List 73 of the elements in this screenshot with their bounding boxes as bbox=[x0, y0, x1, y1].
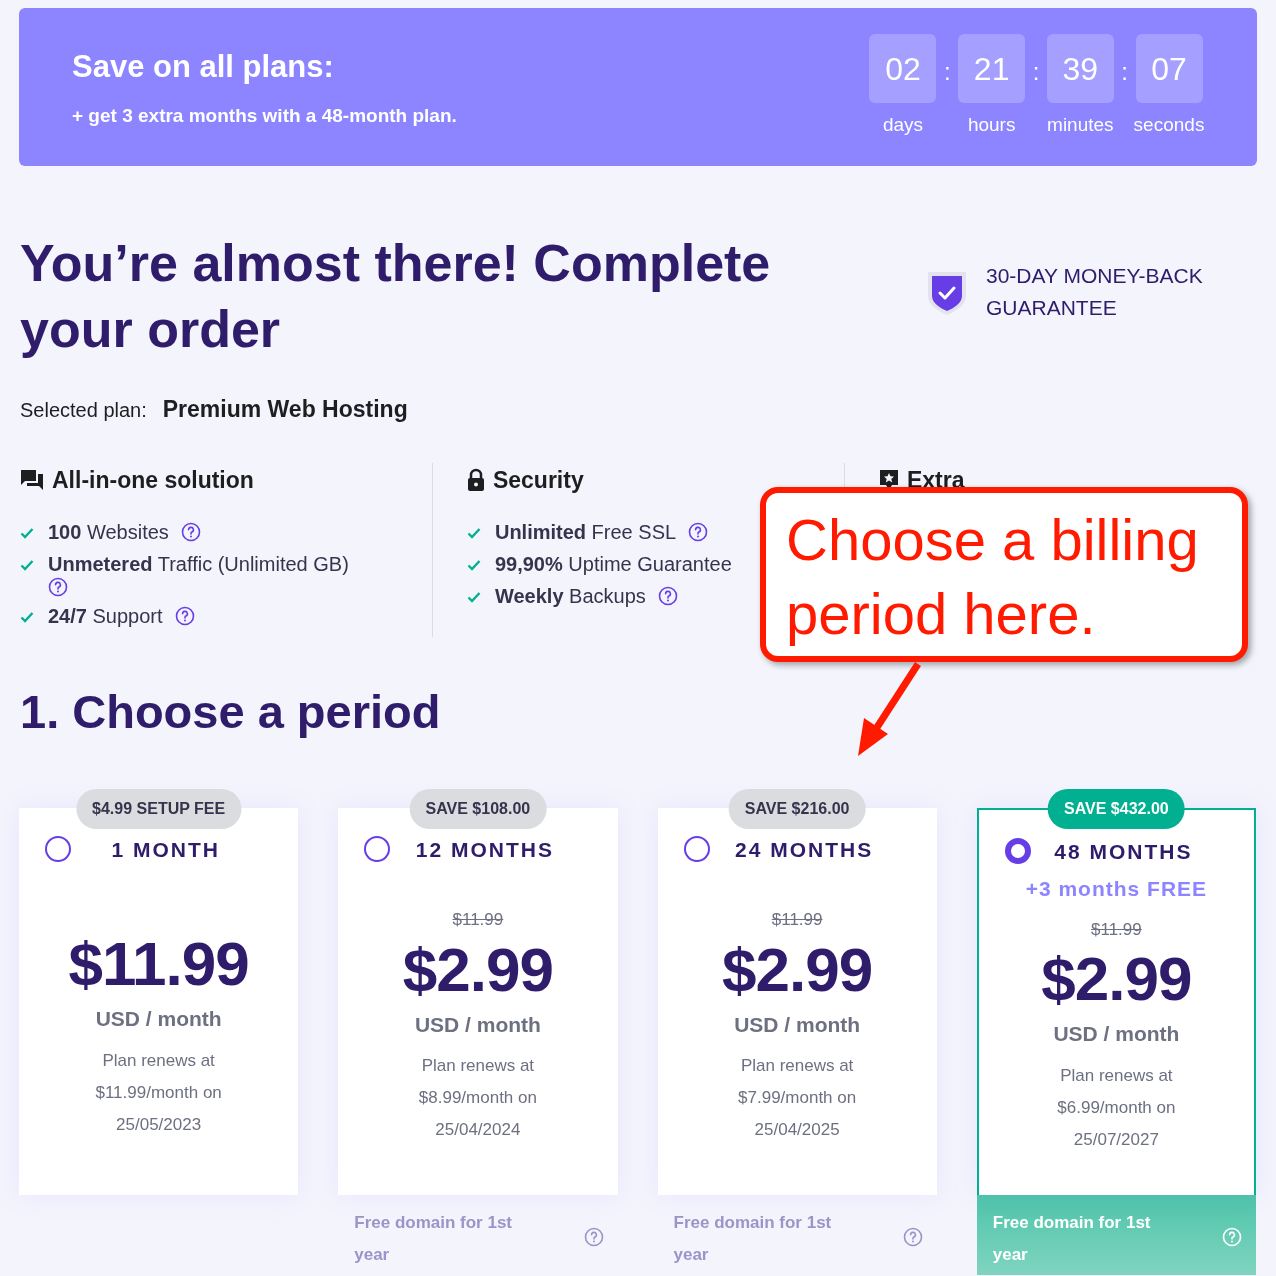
feature-group-title: Security bbox=[492, 465, 584, 495]
renewal-text: Plan renews at $8.99/month on 25/04/2024 bbox=[417, 1055, 538, 1141]
old-price: $11.99 bbox=[1091, 918, 1142, 941]
radio-button[interactable] bbox=[1004, 838, 1031, 865]
plan-badge: SAVE $108.00 bbox=[409, 788, 547, 829]
price-unit: USD / month bbox=[95, 1006, 222, 1032]
time-separator: : bbox=[1032, 57, 1040, 88]
free-domain-text: Free domain for 1st year bbox=[673, 1211, 833, 1266]
time-separator: : bbox=[1121, 57, 1128, 88]
selected-plan-label: Selected plan: bbox=[20, 398, 147, 423]
radio-button[interactable] bbox=[683, 836, 710, 863]
free-domain-text: Free domain for 1st year bbox=[354, 1211, 513, 1266]
check-icon bbox=[20, 559, 34, 571]
help-icon[interactable] bbox=[174, 606, 195, 626]
old-price: $11.99 bbox=[771, 909, 823, 931]
help-icon[interactable] bbox=[180, 522, 201, 542]
plan-price: $2.99 bbox=[1041, 944, 1192, 1014]
feature-group-title: All-in-one solution bbox=[52, 465, 254, 495]
renewal-text: Plan renews at $11.99/month on 25/05/2023 bbox=[94, 1049, 223, 1136]
chat-icon bbox=[20, 468, 44, 491]
price-unit: USD / month bbox=[734, 1011, 861, 1038]
help-icon[interactable] bbox=[688, 522, 709, 542]
free-domain-text: Free domain for 1st year bbox=[992, 1211, 1152, 1266]
plan-duration: 1 MONTH bbox=[110, 836, 221, 863]
radio-button[interactable] bbox=[45, 836, 71, 863]
promo-title: Save on all plans: bbox=[72, 47, 335, 86]
help-icon[interactable] bbox=[902, 1227, 923, 1248]
plan-duration: 48 MONTHS bbox=[1053, 838, 1194, 865]
page-heading: You’re almost there! Complete your order bbox=[20, 233, 772, 360]
guarantee-text: 30-DAY MONEY-BACK GUARANTEE bbox=[986, 263, 1204, 321]
plan-price: $11.99 bbox=[68, 929, 249, 999]
countdown-value: 07 bbox=[1135, 34, 1203, 104]
price-unit: USD / month bbox=[414, 1011, 541, 1038]
check-icon bbox=[466, 559, 481, 571]
countdown-unit: days bbox=[882, 113, 924, 138]
plan-price: $2.99 bbox=[402, 934, 553, 1005]
plan-bonus: +3 months FREE bbox=[1025, 876, 1208, 902]
feature-text: Unlimited Free SSL bbox=[494, 520, 677, 545]
plan-badge: SAVE $432.00 bbox=[1048, 788, 1185, 829]
feature-text: Unmetered Traffic (Unlimited GB) bbox=[48, 552, 349, 577]
renewal-text: Plan renews at $7.99/month on 25/04/2025 bbox=[737, 1055, 858, 1141]
time-separator: : bbox=[944, 57, 951, 88]
lock-icon bbox=[466, 467, 485, 492]
feature-text: 99,90% Uptime Guarantee bbox=[494, 552, 732, 577]
check-icon bbox=[466, 527, 481, 539]
feature-text: 24/7 Support bbox=[48, 604, 163, 629]
countdown-unit: minutes bbox=[1047, 113, 1114, 138]
help-icon[interactable] bbox=[48, 577, 68, 597]
plan-duration: 24 MONTHS bbox=[734, 836, 875, 863]
plan-badge: $4.99 SETUP FEE bbox=[76, 788, 242, 829]
check-icon bbox=[20, 611, 34, 623]
countdown-unit: seconds bbox=[1133, 113, 1205, 138]
promo-subtitle: + get 3 extra months with a 48-month plan. bbox=[72, 104, 457, 128]
help-icon[interactable] bbox=[657, 586, 678, 606]
countdown-value: 39 bbox=[1046, 34, 1114, 104]
selected-plan-name: Premium Web Hosting bbox=[162, 395, 408, 424]
price-unit: USD / month bbox=[1053, 1021, 1180, 1047]
countdown-unit: hours bbox=[967, 113, 1016, 138]
check-icon bbox=[20, 527, 34, 539]
callout-text: Choose a billing period here. bbox=[786, 506, 1200, 648]
plan-badge: SAVE $216.00 bbox=[728, 788, 866, 829]
renewal-text: Plan renews at $6.99/month on 25/07/2027 bbox=[1056, 1064, 1177, 1151]
plan-duration: 12 MONTHS bbox=[414, 836, 555, 863]
old-price: $11.99 bbox=[452, 909, 504, 931]
countdown-value: 21 bbox=[958, 34, 1026, 104]
plan-price: $2.99 bbox=[722, 934, 873, 1005]
help-icon[interactable] bbox=[583, 1227, 604, 1248]
check-icon bbox=[466, 591, 481, 603]
countdown-value: 02 bbox=[869, 34, 937, 104]
radio-button[interactable] bbox=[364, 836, 391, 863]
feature-text: 100 Websites bbox=[48, 520, 169, 545]
section-heading: 1. Choose a period bbox=[20, 684, 441, 740]
feature-text: Weekly Backups bbox=[494, 584, 646, 609]
